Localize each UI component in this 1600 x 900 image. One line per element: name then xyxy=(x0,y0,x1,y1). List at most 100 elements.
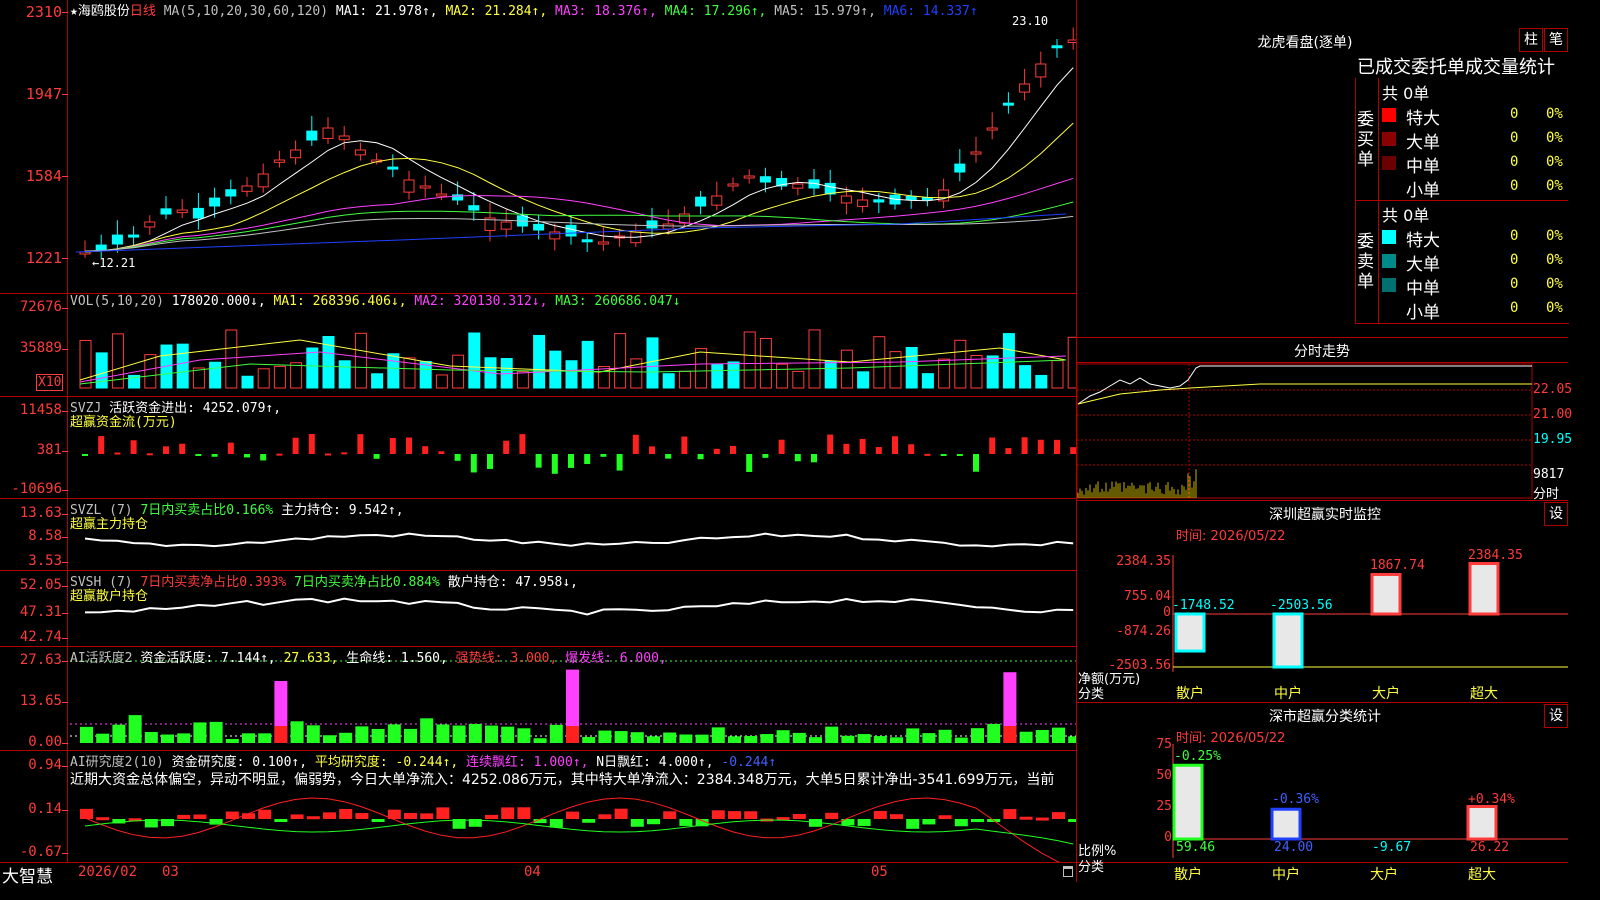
ai-active-bars xyxy=(80,669,1076,743)
class-settings-button[interactable]: 设 xyxy=(1544,704,1568,728)
axis-tick xyxy=(62,853,68,854)
volume-bar xyxy=(597,366,610,389)
ai-research-bar xyxy=(598,814,612,819)
ai-research-bar xyxy=(663,811,677,819)
svzj-bar xyxy=(308,434,315,454)
ai-active-bar xyxy=(728,736,741,743)
volume-bar xyxy=(662,373,675,389)
candle-body xyxy=(581,239,593,243)
monitor-settings-button[interactable]: 设 xyxy=(1544,502,1568,526)
monitor-category: 中户 xyxy=(1274,686,1302,702)
ai-active-bar xyxy=(890,737,903,743)
fenshi-price-22-05: 22.05 xyxy=(1533,382,1573,397)
lhb-bar-button[interactable]: 柱 xyxy=(1519,28,1543,52)
svzj-bar xyxy=(892,436,898,454)
volume-header: VOL(5,10,20) 178020.000↓, MA1: 268396.40… xyxy=(70,294,681,309)
volume-bar xyxy=(970,355,983,389)
kline-chart[interactable] xyxy=(0,0,1076,862)
volume-bar xyxy=(516,371,529,389)
ai-research-bar xyxy=(96,817,110,821)
volume-bar xyxy=(614,333,627,389)
price-axis-label: 2310 xyxy=(25,3,62,21)
volume-bar xyxy=(1051,360,1064,389)
ai-active-bar xyxy=(420,718,434,743)
stock-name[interactable]: 海鸥股份 xyxy=(78,4,130,19)
svzj-subtitle: 超赢资金流(万元) xyxy=(70,415,177,430)
volume-unit[interactable]: X10 xyxy=(36,374,64,391)
axis-tick xyxy=(62,702,68,703)
ai-active-bar xyxy=(630,732,644,743)
lhb-color-swatch xyxy=(1382,254,1396,268)
ai-research-bar xyxy=(873,810,887,819)
candle-body xyxy=(792,183,804,189)
svzj-bar xyxy=(1021,437,1028,454)
candle-body xyxy=(95,244,107,251)
ai-research-bar xyxy=(436,807,450,819)
axis-label: 35889 xyxy=(19,340,62,356)
candle-body xyxy=(435,193,447,197)
svzj-bar xyxy=(681,436,688,454)
ma-params[interactable]: MA(5,10,20,30,60,120) xyxy=(164,4,328,19)
monitor-bar-value: -1748.52 xyxy=(1172,598,1235,613)
ai-active-bar xyxy=(841,735,855,743)
class-category: 超大 xyxy=(1468,867,1496,883)
monitor-axis-label: 2384.35 xyxy=(1116,554,1171,569)
volume-bar xyxy=(921,373,934,389)
ai-active-bar xyxy=(695,734,709,743)
ai-research-bar xyxy=(971,819,984,823)
ai-research-bar xyxy=(728,811,741,819)
ai-research-bar xyxy=(792,814,806,819)
axis-tick xyxy=(62,537,68,538)
svsh-subtitle: 超赢散户持仓 xyxy=(70,589,149,604)
svzj-bar xyxy=(163,446,169,454)
svsh-holding: 散户持仓: 47.958↓, xyxy=(447,575,578,590)
svzj-bar xyxy=(859,438,866,454)
fenshi-avg-line xyxy=(1077,383,1532,405)
candle-body xyxy=(873,199,885,203)
axis-label: 47.31 xyxy=(19,604,62,620)
ai-research-comment: 近期大资金总体偏空，异动不明显，偏弱势，今日大单净流入：4252.086万元，其… xyxy=(70,772,1055,788)
fenshi-title-line xyxy=(1076,362,1568,363)
ai-research-bar xyxy=(744,811,758,819)
app-logo[interactable]: 大智慧 xyxy=(2,862,53,887)
ai-active-bar xyxy=(1068,736,1076,743)
ai-research-bar xyxy=(501,807,515,819)
ai-research-bar xyxy=(404,812,417,819)
volume-bar xyxy=(387,353,400,389)
ai-active-strong: 强势线: 3.000, xyxy=(455,651,558,666)
ai-research-bar xyxy=(1035,817,1049,821)
lhb-title: 龙虎看盘(逐单) xyxy=(1257,35,1353,51)
ai-active-bar xyxy=(290,721,304,743)
favorite-star-icon[interactable]: ★ xyxy=(70,4,78,19)
volume-bar xyxy=(306,347,319,389)
lhb-row-sell: 小单 0 0% xyxy=(1380,298,1568,323)
lhb-color-swatch xyxy=(1382,278,1396,292)
svzj-bar xyxy=(114,452,121,455)
volume-bar xyxy=(241,375,254,389)
ai-research-bars xyxy=(80,807,1076,829)
lhb-row-pct: 0% xyxy=(1546,178,1563,194)
ma6-value: MA6: 14.337↑ xyxy=(875,4,978,19)
svzj-bar xyxy=(260,454,267,461)
candle-body xyxy=(646,220,658,229)
ai-research-bar xyxy=(306,816,320,820)
candle-body xyxy=(144,221,156,228)
lhb-pen-button[interactable]: 笔 xyxy=(1544,28,1568,52)
period-label[interactable]: 日线 xyxy=(130,4,156,19)
date-start: 2026/02 xyxy=(78,864,138,880)
lock-icon[interactable] xyxy=(1063,866,1073,877)
volume-bar xyxy=(743,331,756,389)
ai-active-bar xyxy=(825,726,839,743)
fenshi-price-line xyxy=(1077,365,1532,405)
lhb-row-name: 小单 xyxy=(1406,303,1440,323)
ai-active-bar xyxy=(80,726,93,743)
axis-tick xyxy=(62,613,68,614)
candle-body xyxy=(986,127,998,131)
lhb-mid-line xyxy=(1355,200,1568,201)
svzj-bar xyxy=(551,454,558,474)
svzj-bar xyxy=(276,453,283,456)
volume-bar xyxy=(225,329,238,389)
ai-active-bar xyxy=(711,727,725,743)
candle-body xyxy=(225,189,237,197)
ai-active-burst: 爆发线: 6.000, xyxy=(565,651,667,666)
